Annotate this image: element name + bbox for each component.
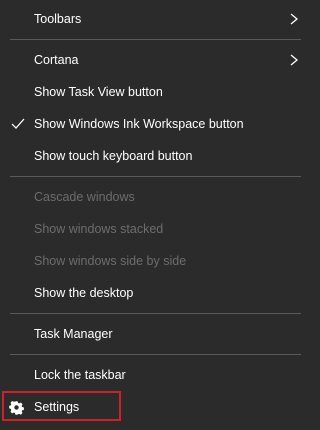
chevron-right-icon [290,13,299,25]
menu-separator [10,313,301,314]
menu-item-lock-the-taskbar[interactable]: Lock the taskbar [0,359,311,391]
menu-item-cascade-windows: Cascade windows [0,181,311,213]
menu-item-label: Settings [34,400,80,414]
menu-item-label: Lock the taskbar [34,368,126,382]
menu-item-label: Show Task View button [34,85,163,99]
menu-item-label: Show the desktop [34,286,134,300]
menu-item-label: Show Windows Ink Workspace button [34,117,244,131]
menu-item-show-the-desktop[interactable]: Show the desktop [0,277,311,309]
chevron-right-icon [290,54,299,66]
menu-item-label: Cortana [34,53,79,67]
menu-separator [10,354,301,355]
gear-icon [9,401,24,415]
menu-item-toolbars[interactable]: Toolbars [0,3,311,35]
menu-item-show-touch-keyboard-button[interactable]: Show touch keyboard button [0,140,311,172]
menu-separator [10,39,301,40]
menu-item-label: Cascade windows [34,190,135,204]
menu-item-label: Task Manager [34,327,113,341]
menu-item-show-windows-ink-workspace-button[interactable]: Show Windows Ink Workspace button [0,108,311,140]
menu-separator [10,176,301,177]
menu-item-label: Show windows stacked [34,222,164,236]
menu-item-show-windows-stacked: Show windows stacked [0,213,311,245]
taskbar-context-menu: Toolbars Cortana Show Task View button S… [0,0,311,430]
menu-item-label: Show windows side by side [34,254,187,268]
menu-item-settings[interactable]: Settings [0,391,311,423]
menu-item-show-windows-side-by-side: Show windows side by side [0,245,311,277]
menu-item-label: Toolbars [34,12,82,26]
menu-item-cortana[interactable]: Cortana [0,44,311,76]
checkmark-icon [11,118,25,129]
menu-item-task-manager[interactable]: Task Manager [0,318,311,350]
menu-item-label: Show touch keyboard button [34,149,193,163]
menu-item-show-task-view-button[interactable]: Show Task View button [0,76,311,108]
